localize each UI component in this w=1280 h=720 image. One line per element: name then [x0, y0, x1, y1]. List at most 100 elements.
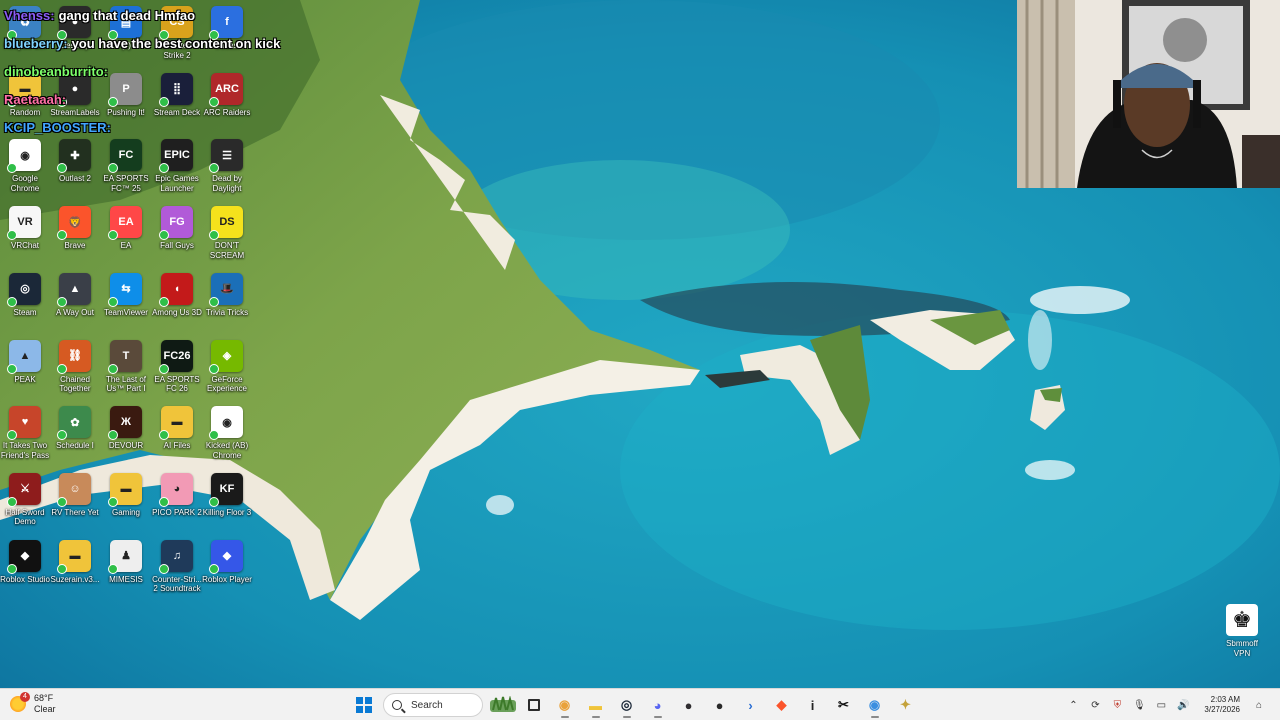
streamlabels-taskbar[interactable]: ●	[707, 692, 733, 718]
desktop-icon-label: Roblox Player	[202, 574, 252, 584]
desktop-icon[interactable]: ☺ RV There Yet	[50, 472, 100, 518]
chevron-up-icon[interactable]: ⌃	[1064, 696, 1082, 714]
desktop-icon[interactable]: ◕ PICO PARK 2	[152, 472, 202, 518]
sync-check-icon	[57, 363, 67, 374]
desktop-icon[interactable]: Ж DEVOUR	[101, 406, 151, 451]
grass-widget-icon	[489, 696, 516, 712]
fall-guys-icon: FG	[159, 206, 193, 241]
brave-taskbar[interactable]: ◆	[769, 692, 795, 718]
ea-icon: EA	[108, 206, 142, 241]
desktop-icon[interactable]: FC EA SPORTS FC™ 25	[101, 139, 151, 193]
notification-bell-icon[interactable]: ⌂	[1250, 696, 1268, 714]
desktop-icon[interactable]: ✿ Schedule I	[50, 406, 100, 451]
speaker-icon[interactable]: 🔊	[1174, 696, 1192, 714]
dead-by-daylight-icon: ☰	[209, 139, 243, 174]
desktop-icon[interactable]: ☰ Dead by Daylight	[202, 139, 252, 193]
clock-time: 2:03 AM	[1210, 695, 1240, 704]
sync-check-icon	[7, 496, 17, 507]
chrome-2-taskbar[interactable]: ◉	[862, 692, 888, 718]
sync-check-icon	[159, 363, 169, 374]
desktop-icon[interactable]: ♫ Counter-Stri... 2 Soundtrack	[152, 539, 202, 594]
desktop-icon[interactable]: ♥ It Takes Two Friend's Pass	[0, 406, 50, 460]
sync-check-icon	[57, 163, 67, 174]
powershell-taskbar[interactable]: ›	[738, 692, 764, 718]
desktop-icon[interactable]: ✚ Outlast 2	[50, 139, 100, 184]
sync-check-icon	[159, 430, 169, 441]
sync-icon[interactable]: ⟳	[1086, 696, 1104, 714]
desktop-icon[interactable]: ▬ Suzerain.v3...	[50, 539, 100, 585]
app-taskbar[interactable]: ✦	[893, 692, 919, 718]
info-taskbar[interactable]: i	[800, 692, 826, 718]
desktop-icon[interactable]: EA EA	[101, 206, 151, 251]
killing-floor-icon: KF	[209, 472, 243, 507]
desktop-icon[interactable]: ◆ Roblox Player	[202, 539, 252, 585]
desktop-icon[interactable]: ▬ Gaming	[101, 472, 151, 518]
desktop-icon-label: PEAK	[14, 374, 36, 384]
discord-taskbar[interactable]: ◕	[645, 692, 671, 718]
weather-widget[interactable]: 4 68°F Clear	[10, 692, 56, 715]
ai-files-icon: ▬	[159, 406, 193, 441]
desktop-icon[interactable]: ◈ GeForce Experience	[202, 339, 252, 394]
desktop-icon[interactable]: KF Killing Floor 3	[202, 472, 252, 518]
obs-taskbar[interactable]: ●	[676, 692, 702, 718]
file-explorer-taskbar[interactable]: ▬	[583, 692, 609, 718]
sync-check-icon	[57, 563, 67, 574]
windows-logo-icon	[355, 697, 372, 713]
clock-date: 3/27/2026	[1204, 705, 1240, 714]
desktop-icon[interactable]: FG Fall Guys	[152, 206, 202, 251]
weather-temperature: 68°F	[34, 693, 54, 703]
desktop-icon[interactable]: VR VRChat	[0, 206, 50, 251]
sync-check-icon	[108, 163, 118, 174]
sync-check-icon	[7, 163, 17, 174]
desktop-icon[interactable]: FC26 EA SPORTS FC 26	[152, 339, 202, 394]
network-icon[interactable]: ▭	[1152, 696, 1170, 714]
start-button[interactable]	[351, 692, 377, 718]
desktop-icon[interactable]: 🎩 Trivia Tricks	[202, 272, 252, 318]
desktop-icon[interactable]: ▬ AI Files	[152, 406, 202, 451]
gaming-folder-icon: ▬	[108, 472, 142, 507]
chrome-taskbar[interactable]: ◉	[552, 692, 578, 718]
desktop-icon[interactable]: ▲ PEAK	[0, 339, 50, 385]
desktop-icon[interactable]: ◉ Kicked (AB) Chrome	[202, 406, 252, 460]
vrchat-icon: VR	[7, 206, 41, 241]
sun-icon: 4	[10, 692, 30, 712]
desktop-icon[interactable]: T The Last of Us™ Part I	[101, 339, 151, 394]
desktop-icon[interactable]: ⇆ TeamViewer	[101, 272, 151, 318]
capcut-taskbar[interactable]: ✂	[831, 692, 857, 718]
chrome-icon: ◉	[558, 697, 571, 712]
desktop-icon[interactable]: 🦁 Brave	[50, 206, 100, 251]
info-icon: i	[810, 697, 815, 713]
search-icon	[392, 700, 402, 710]
microphone-icon[interactable]: 🎙	[1130, 696, 1148, 714]
desktop-icon-label: Sbmmoff VPN	[1226, 639, 1258, 658]
desktop-icon[interactable]: ♟ MIMESIS	[101, 539, 151, 585]
desktop-icon[interactable]: DS DON'T SCREAM	[202, 206, 252, 260]
desktop-icon-sbmmoff-vpn[interactable]: ♚ Sbmmoff VPN	[1220, 604, 1264, 658]
task-view-button[interactable]	[521, 692, 547, 718]
sync-check-icon	[108, 430, 118, 441]
desktop-icon[interactable]: ⚔ Half Sword Demo	[0, 472, 50, 527]
desktop-icon[interactable]: ▲ A Way Out	[50, 272, 100, 318]
mimesis-icon: ♟	[108, 539, 142, 574]
widgets-button[interactable]	[489, 692, 516, 718]
chat-username: KCIP_BOOSTER:	[4, 120, 111, 135]
sync-check-icon	[209, 363, 219, 374]
desktop-icon[interactable]: ◆ Roblox Studio	[0, 539, 50, 585]
pico-park-icon: ◕	[159, 472, 193, 507]
desktop-icon[interactable]: ◉ Google Chrome	[0, 139, 50, 193]
shield-icon[interactable]: ⛨	[1108, 696, 1126, 714]
sync-check-icon	[7, 363, 17, 374]
desktop-icon[interactable]: EPIC Epic Games Launcher	[152, 139, 202, 193]
teamviewer-icon: ⇆	[108, 272, 142, 307]
desktop-icon[interactable]: ◖ Among Us 3D	[152, 272, 202, 318]
steam-icon: ◎	[7, 272, 41, 307]
desktop-icon[interactable]: ◎ Steam	[0, 272, 50, 318]
file-explorer-icon: ▬	[589, 697, 602, 713]
clock[interactable]: 2:03 AM 3/27/2026	[1204, 695, 1240, 715]
steam-taskbar[interactable]: ◎	[614, 692, 640, 718]
desktop-icon-label: Epic Games Launcher	[155, 174, 199, 193]
desktop-icon-label: TeamViewer	[104, 307, 148, 317]
desktop-icon[interactable]: ⛓ Chained Together	[50, 339, 100, 394]
taskbar-search[interactable]: Search	[383, 693, 483, 717]
among-us-icon: ◖	[159, 272, 193, 307]
